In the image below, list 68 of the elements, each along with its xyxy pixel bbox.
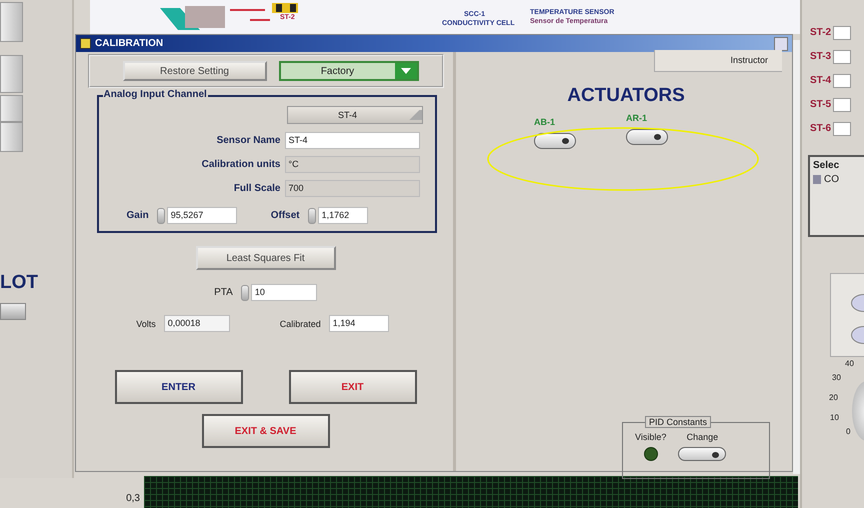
toggle-switch[interactable]: [678, 447, 726, 461]
action-button[interactable]: EXIT & SAVE: [202, 414, 330, 448]
dial-tick: 30: [832, 373, 841, 382]
field-label: Calibrated: [280, 318, 321, 328]
group-title: Analog Input Channel: [102, 89, 208, 100]
restore-button[interactable]: Restore Setting: [122, 61, 266, 81]
action-button[interactable]: ENTER: [114, 370, 242, 404]
sensor-label: ST-4: [810, 75, 832, 86]
value-field: [833, 50, 852, 64]
instructor-tab[interactable]: Instructor: [654, 50, 782, 72]
section-title: ACTUATORS: [566, 85, 686, 107]
field-label: Volts: [136, 318, 156, 328]
side-button[interactable]: [0, 122, 23, 152]
value-field: [833, 122, 852, 136]
input-field[interactable]: 1,1762: [318, 207, 368, 224]
mode-dropdown[interactable]: Factory: [278, 61, 418, 81]
side-button[interactable]: [0, 55, 23, 93]
input-field: 700: [284, 180, 420, 197]
dial-tick: 10: [830, 413, 839, 422]
close-button[interactable]: [774, 36, 788, 50]
value-field: [833, 26, 852, 40]
list-icon: [813, 175, 821, 184]
field-label: Calibration units: [200, 159, 280, 170]
panel-title: Selec: [813, 160, 840, 171]
list-item[interactable]: CO: [824, 174, 839, 185]
field-label: Sensor Name: [216, 135, 280, 146]
sensor-label: ST-6: [810, 123, 832, 134]
field-label: Full Scale: [232, 183, 280, 194]
input-field[interactable]: 95,5267: [166, 207, 237, 224]
input-field[interactable]: ST-4: [284, 132, 420, 149]
value-field: 1,194: [328, 315, 389, 332]
action-button[interactable]: EXIT: [288, 370, 416, 404]
side-button[interactable]: [0, 2, 23, 42]
app-icon: [80, 38, 91, 49]
actuator-label: AR-1: [626, 113, 648, 123]
sensor-label: ST-5: [810, 99, 832, 110]
spinner-arrows-icon[interactable]: [240, 284, 249, 300]
sensor-label: ST-3: [810, 51, 832, 62]
window-title: CALIBRATION: [95, 38, 164, 49]
dropdown-value: Factory: [320, 66, 356, 76]
field-label: Gain: [126, 210, 149, 221]
dial-tick: 20: [829, 393, 838, 402]
sensor-label: ST-2: [810, 27, 832, 38]
field-label: PTA: [214, 287, 233, 298]
channel-dropdown[interactable]: ST-4: [286, 106, 422, 124]
value-field: [833, 74, 852, 88]
side-button[interactable]: [0, 95, 23, 122]
dropdown-value: ST-4: [336, 110, 358, 120]
dial-tick: 40: [845, 359, 854, 368]
value-field: [833, 98, 852, 112]
panel-title: LOT: [0, 272, 38, 294]
side-button[interactable]: [0, 303, 26, 320]
field-label: Change: [686, 432, 718, 442]
toggle-switch[interactable]: [534, 133, 576, 149]
spinner-arrows-icon[interactable]: [308, 208, 316, 224]
group-title: PID Constants: [645, 416, 712, 428]
axis-label: 0,3: [125, 493, 141, 506]
actuator-label: AB-1: [534, 117, 556, 127]
input-field[interactable]: 10: [250, 284, 317, 301]
spinner-arrows-icon[interactable]: [156, 208, 165, 224]
input-field: °C: [284, 156, 420, 173]
value-field: 0,00018: [164, 315, 230, 332]
field-label: Visible?: [635, 432, 666, 442]
field-label: Offset: [270, 210, 300, 221]
toggle-switch[interactable]: [626, 129, 668, 145]
scrollbar[interactable]: [793, 40, 800, 474]
fit-button[interactable]: Least Squares Fit: [196, 246, 336, 270]
dial-tick: 0: [846, 427, 850, 436]
